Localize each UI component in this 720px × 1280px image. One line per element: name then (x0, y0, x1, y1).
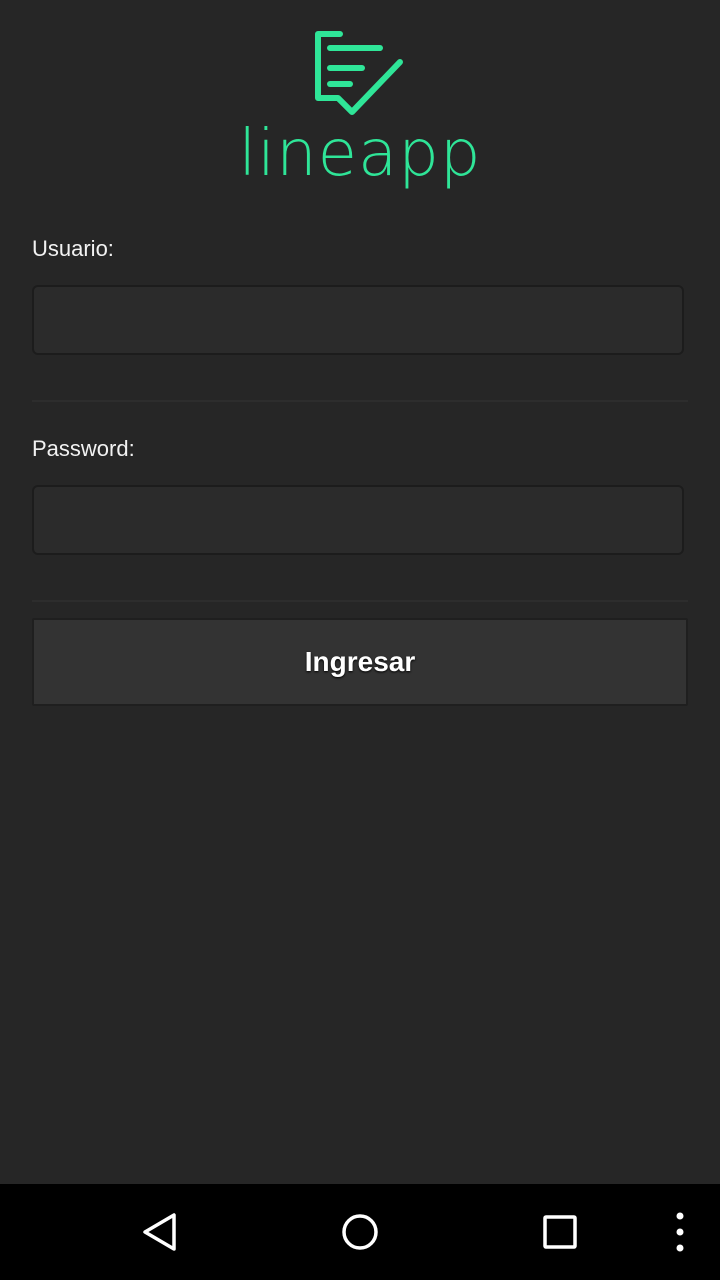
username-input[interactable] (32, 285, 684, 355)
login-button[interactable]: Ingresar (32, 618, 688, 706)
checklist-logo-icon (315, 31, 403, 115)
home-circle-icon (342, 1214, 378, 1250)
login-screen: lineapp Usuario: Password: Ingresar (0, 0, 720, 1280)
password-label: Password: (32, 436, 135, 461)
nav-overflow-button[interactable] (656, 1184, 704, 1280)
app-logo: lineapp (0, 28, 720, 198)
system-navigation-bar (0, 1184, 720, 1280)
username-label: Usuario: (32, 236, 114, 261)
overflow-menu-icon (676, 1212, 684, 1252)
nav-recents-button[interactable] (520, 1184, 600, 1280)
password-input[interactable] (32, 485, 684, 555)
nav-back-button[interactable] (120, 1184, 200, 1280)
password-divider (32, 600, 688, 602)
back-triangle-icon (143, 1213, 176, 1251)
recents-square-icon (543, 1215, 577, 1249)
app-name: lineapp (238, 117, 482, 191)
nav-home-button[interactable] (320, 1184, 400, 1280)
username-divider (32, 400, 688, 402)
